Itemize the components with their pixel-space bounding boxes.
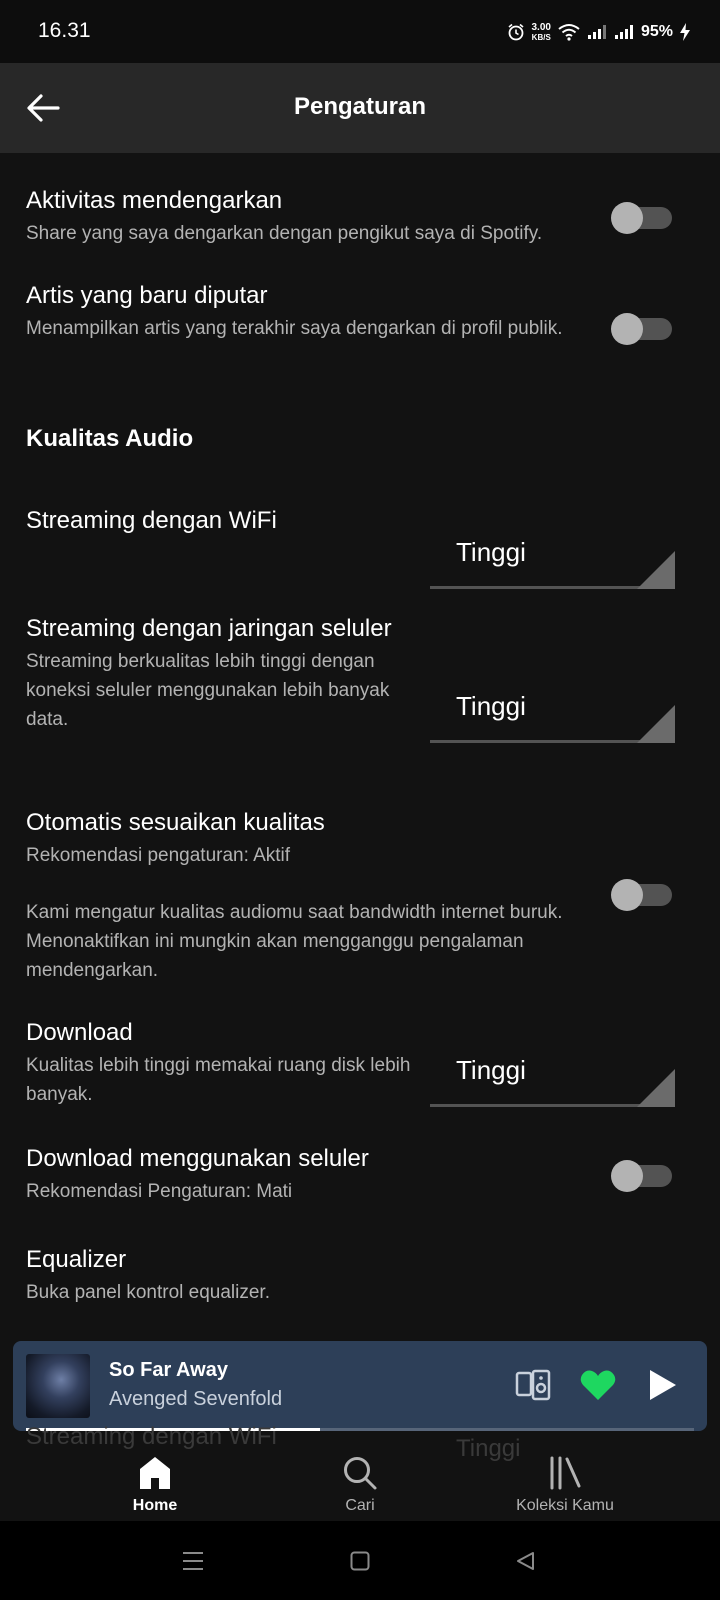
- toggle-knob: [611, 313, 643, 345]
- network-speed-unit: KB/S: [531, 32, 551, 42]
- setting-equalizer[interactable]: Equalizer Buka panel kontrol equalizer.: [26, 1242, 596, 1307]
- album-art: [26, 1354, 90, 1418]
- battery-percent: 95%: [640, 23, 673, 40]
- setting-recently-played-artists: Artis yang baru diputar Menampilkan arti…: [26, 278, 586, 343]
- app-header: Pengaturan: [0, 63, 720, 153]
- status-bar: 16.31 3.00 KB/S 95%: [0, 0, 720, 63]
- connect-device-button[interactable]: [513, 1365, 553, 1405]
- setting-description: Streaming berkualitas lebih tinggi denga…: [26, 651, 390, 730]
- setting-listening-activity: Aktivitas mendengarkan Share yang saya d…: [26, 183, 596, 248]
- track-title: So Far Away: [109, 1359, 228, 1381]
- back-system-button[interactable]: [505, 1541, 545, 1581]
- setting-description: Menampilkan artis yang terakhir saya den…: [26, 318, 563, 339]
- menu-lines-icon: [183, 1552, 203, 1570]
- play-icon: [650, 1370, 676, 1400]
- search-icon: [344, 1457, 377, 1490]
- dropdown-corner-icon: [637, 551, 675, 589]
- charging-icon: [680, 23, 690, 41]
- setting-auto-adjust-quality: Otomatis sesuaikan kualitas Rekomendasi …: [26, 805, 586, 985]
- setting-description: Kami mengatur kualitas audiomu saat band…: [26, 902, 563, 981]
- setting-streaming-cellular: Streaming dengan jaringan seluler Stream…: [26, 611, 396, 734]
- recent-apps-button[interactable]: [173, 1541, 213, 1581]
- toggle-knob: [611, 202, 643, 234]
- bottom-nav: Streaming dengan WiFi Tinggi Home Cari K…: [0, 1423, 720, 1521]
- setting-download-cellular: Download menggunakan seluler Rekomendasi…: [26, 1141, 596, 1206]
- auto-adjust-quality-toggle[interactable]: [611, 879, 672, 911]
- setting-title: Streaming dengan jaringan seluler: [26, 615, 392, 642]
- download-cellular-toggle[interactable]: [611, 1160, 672, 1192]
- track-artist: Avenged Sevenfold: [109, 1388, 283, 1410]
- nav-label-home: Home: [132, 1497, 178, 1514]
- setting-title: Artis yang baru diputar: [26, 282, 268, 309]
- alarm-icon: [507, 23, 524, 41]
- nav-search[interactable]: Cari: [275, 1431, 445, 1521]
- setting-title: Aktivitas mendengarkan: [26, 187, 283, 214]
- setting-description: Kualitas lebih tinggi memakai ruang disk…: [26, 1055, 411, 1105]
- wifi-icon: [558, 24, 580, 41]
- library-icon: [550, 1456, 581, 1490]
- setting-recommendation: Rekomendasi Pengaturan: Mati: [26, 1181, 293, 1202]
- setting-streaming-wifi: Streaming dengan WiFi: [26, 503, 406, 539]
- section-title-audio-quality: Kualitas Audio: [26, 425, 194, 452]
- setting-download: Download Kualitas lebih tinggi memakai r…: [26, 1015, 411, 1109]
- status-icons: 3.00 KB/S 95%: [507, 18, 690, 46]
- network-speed-value: 3.00: [531, 21, 551, 33]
- toggle-knob: [611, 1160, 643, 1192]
- selected-value: Tinggi: [456, 691, 526, 721]
- home-system-button[interactable]: [340, 1541, 380, 1581]
- system-nav-bar: [0, 1521, 720, 1600]
- setting-title: Download: [26, 1019, 133, 1046]
- setting-description: Buka panel kontrol equalizer.: [26, 1282, 270, 1303]
- like-button[interactable]: [578, 1365, 618, 1405]
- streaming-wifi-quality-select[interactable]: Tinggi: [430, 529, 675, 589]
- recently-played-artists-toggle[interactable]: [611, 313, 672, 345]
- download-quality-select[interactable]: Tinggi: [430, 1047, 675, 1107]
- setting-title: Otomatis sesuaikan kualitas: [26, 809, 325, 836]
- play-button[interactable]: [641, 1365, 681, 1405]
- setting-recommendation: Rekomendasi pengaturan: Aktif: [26, 845, 291, 866]
- devices-icon: [515, 1369, 551, 1401]
- nav-home[interactable]: Home: [70, 1431, 240, 1521]
- square-icon: [350, 1551, 370, 1571]
- toggle-knob: [611, 879, 643, 911]
- setting-title: Streaming dengan WiFi: [26, 507, 277, 534]
- listening-activity-toggle[interactable]: [611, 202, 672, 234]
- streaming-cellular-quality-select[interactable]: Tinggi: [430, 683, 675, 743]
- nav-label-library: Koleksi Kamu: [516, 1497, 614, 1514]
- network-speed: 3.00 KB/S: [531, 21, 551, 42]
- selected-value: Tinggi: [456, 1055, 526, 1085]
- setting-title: Download menggunakan seluler: [26, 1145, 369, 1172]
- signal-icon-sim1: [587, 25, 606, 39]
- selected-value: Tinggi: [456, 537, 526, 567]
- setting-title: Equalizer: [26, 1246, 127, 1273]
- page-title: Pengaturan: [293, 93, 427, 120]
- dropdown-corner-icon: [637, 1069, 675, 1107]
- heart-filled-icon: [580, 1370, 616, 1400]
- nav-library[interactable]: Koleksi Kamu: [480, 1431, 650, 1521]
- triangle-back-icon: [517, 1552, 534, 1570]
- setting-description: Share yang saya dengarkan dengan pengiku…: [26, 223, 543, 244]
- status-time: 16.31: [38, 19, 91, 42]
- dropdown-corner-icon: [637, 705, 675, 743]
- settings-list[interactable]: Aktivitas mendengarkan Share yang saya d…: [0, 153, 720, 1340]
- nav-label-search: Cari: [345, 1497, 375, 1514]
- home-filled-icon: [140, 1457, 170, 1489]
- signal-icon-sim2: [614, 25, 633, 39]
- mini-player[interactable]: So Far Away Avenged Sevenfold: [13, 1341, 707, 1431]
